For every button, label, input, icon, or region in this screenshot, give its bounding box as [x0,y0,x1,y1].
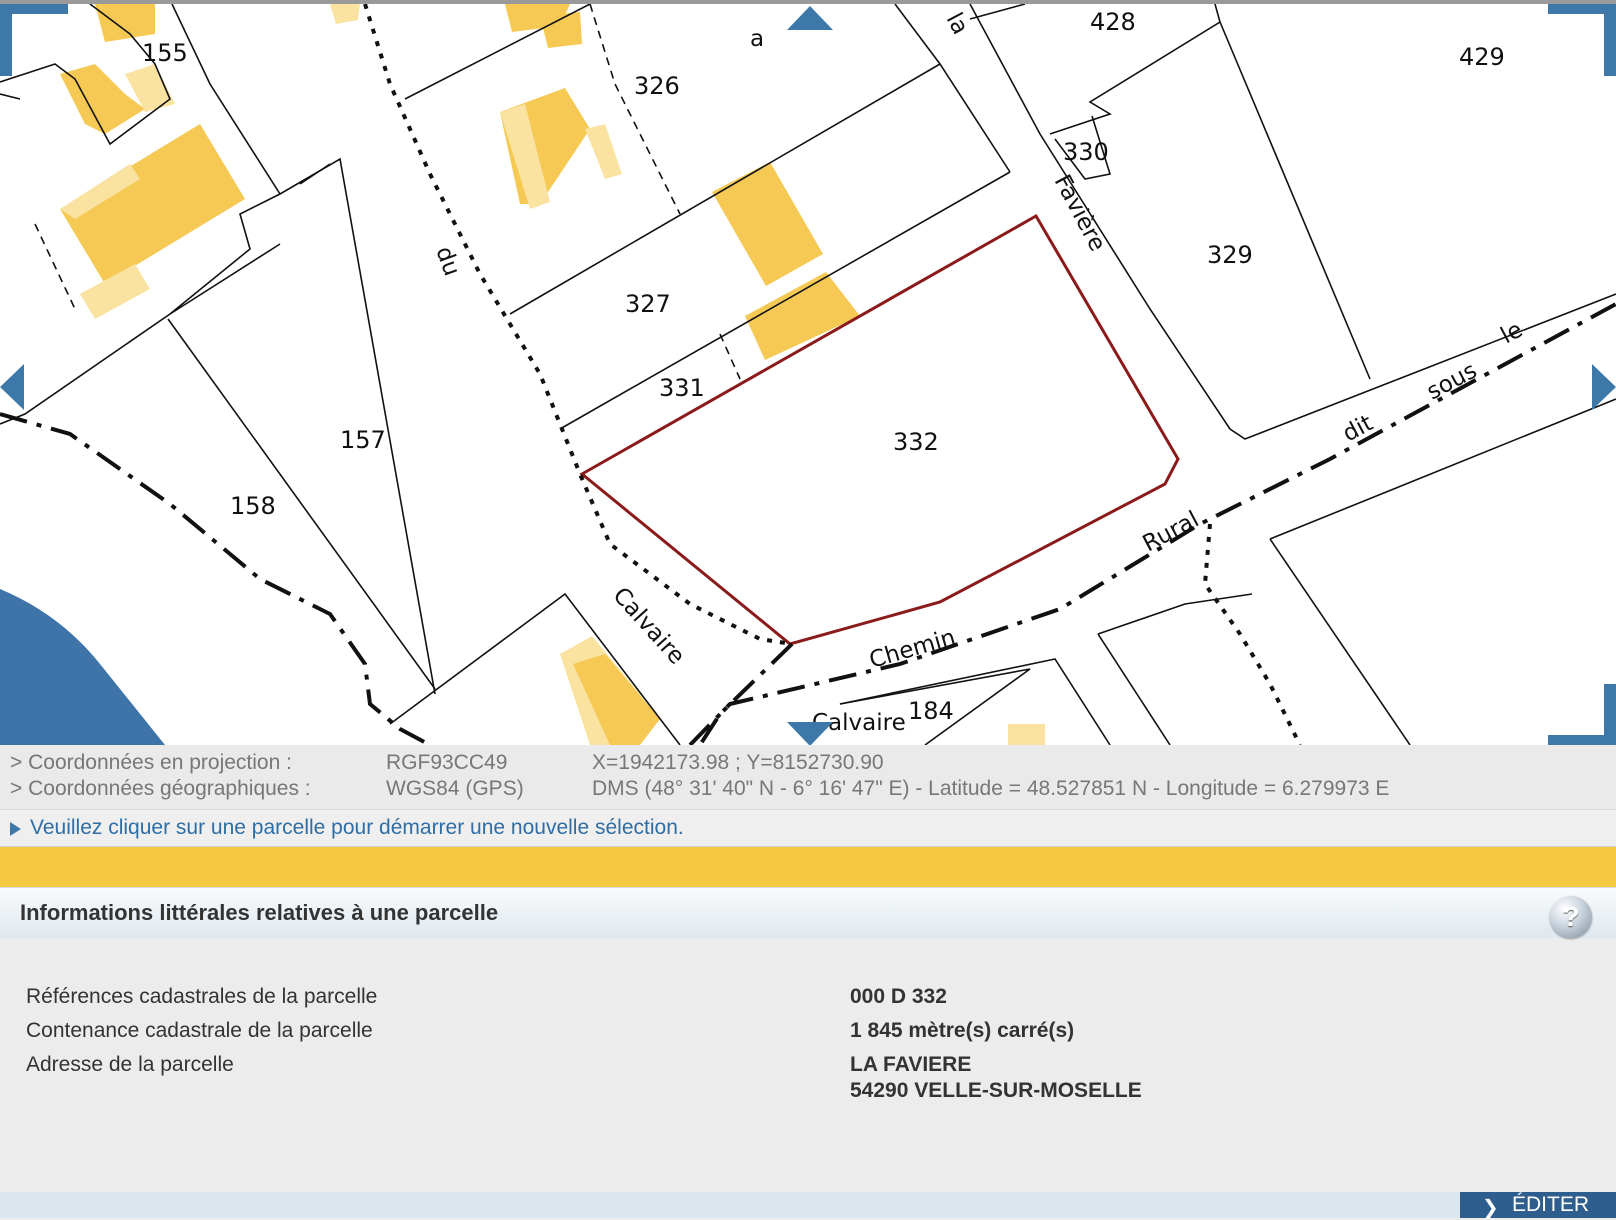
parcel-label: 332 [893,428,939,456]
road-axis-dotted [363,4,793,646]
geographic-system: WGS84 (GPS) [386,777,524,800]
street-label: le [1497,317,1527,350]
edit-button-label: ÉDITER [1512,1193,1590,1216]
parcel-boundaries [0,4,1616,745]
corner-marker-top-right [1548,4,1616,76]
parcel-label: 327 [625,290,671,318]
building [712,162,823,286]
selected-parcel-outline [579,213,1180,646]
dashed-line [589,4,681,215]
pan-left-arrow-icon[interactable] [0,364,24,410]
hint-text: Veuillez cliquer sur une parcelle pour d… [30,816,684,839]
ref-label: Références cadastrales de la parcelle [26,985,378,1008]
address-line2: 54290 VELLE-SUR-MOSELLE [850,1079,1142,1102]
address-label: Adresse de la parcelle [26,1053,234,1076]
street-label: Rural [1139,506,1204,557]
parcel-label: 329 [1207,241,1253,269]
ref-value: 000 D 332 [850,985,947,1008]
building [95,4,155,42]
area-label: Contenance cadastrale de la parcelle [26,1019,373,1042]
address-line1: LA FAVIERE [850,1053,972,1076]
dashed-line [719,333,741,380]
street-label: dit [1339,410,1378,447]
building [330,4,360,24]
pan-right-arrow-icon[interactable] [1592,364,1616,410]
street-label: a [750,26,764,52]
footer-bar [0,1192,1616,1218]
play-arrow-icon [10,822,21,836]
building [585,124,622,179]
building [1008,724,1045,745]
building [745,272,860,360]
pan-up-arrow-icon[interactable] [787,6,833,30]
street-label: la [941,9,974,39]
pan-down-arrow-icon[interactable] [787,722,833,745]
parcel-label: 331 [659,374,705,402]
parcel-label: 428 [1090,8,1136,36]
street-label: du [430,243,464,279]
road-axis [688,302,1616,745]
coordinates-panel: > Coordonnées en projection : RGF93CC49 … [0,745,1616,809]
corner-marker-bottom-right [1548,684,1616,745]
street-label: sous [1423,358,1482,406]
panel-title: Informations littérales relatives à une … [20,900,499,925]
parcel-label: 330 [1063,138,1109,166]
chevron-right-icon: ❯ [1482,1197,1499,1219]
parcel-label: 184 [908,697,954,725]
dashed-line [34,223,76,310]
yellow-divider-bar [0,847,1616,887]
projection-label: > Coordonnées en projection : [10,751,292,774]
road-axis-dotted [1202,523,1302,745]
parcel-label: 157 [340,426,386,454]
parcel-label: 158 [230,492,276,520]
water-area [0,589,165,745]
area-value: 1 845 mètre(s) carré(s) [850,1019,1075,1042]
parcel-label: 155 [142,39,188,67]
help-icon[interactable]: ? [1550,896,1592,938]
cadastral-map[interactable]: 155 326 428 429 330 329 327 331 332 157 … [0,0,1616,745]
parcel-label: 326 [634,72,680,100]
geographic-label: > Coordonnées géographiques : [10,777,311,800]
parcel-label: 429 [1459,43,1505,71]
projection-system: RGF93CC49 [386,751,508,774]
selection-hint: Veuillez cliquer sur une parcelle pour d… [0,809,1616,847]
edit-button[interactable]: ❯ ÉDITER [1460,1192,1616,1219]
building [540,12,582,48]
panel-header: Informations littérales relatives à une … [0,887,1616,938]
street-label: Chemin [866,624,958,673]
geographic-value: DMS (48° 31' 40" N - 6° 16' 47" E) - Lat… [592,777,1390,800]
street-label: Favière [1049,171,1111,256]
map-canvas[interactable]: 155 326 428 429 330 329 327 331 332 157 … [0,4,1616,745]
projection-value: X=1942173.98 ; Y=8152730.90 [592,751,884,774]
